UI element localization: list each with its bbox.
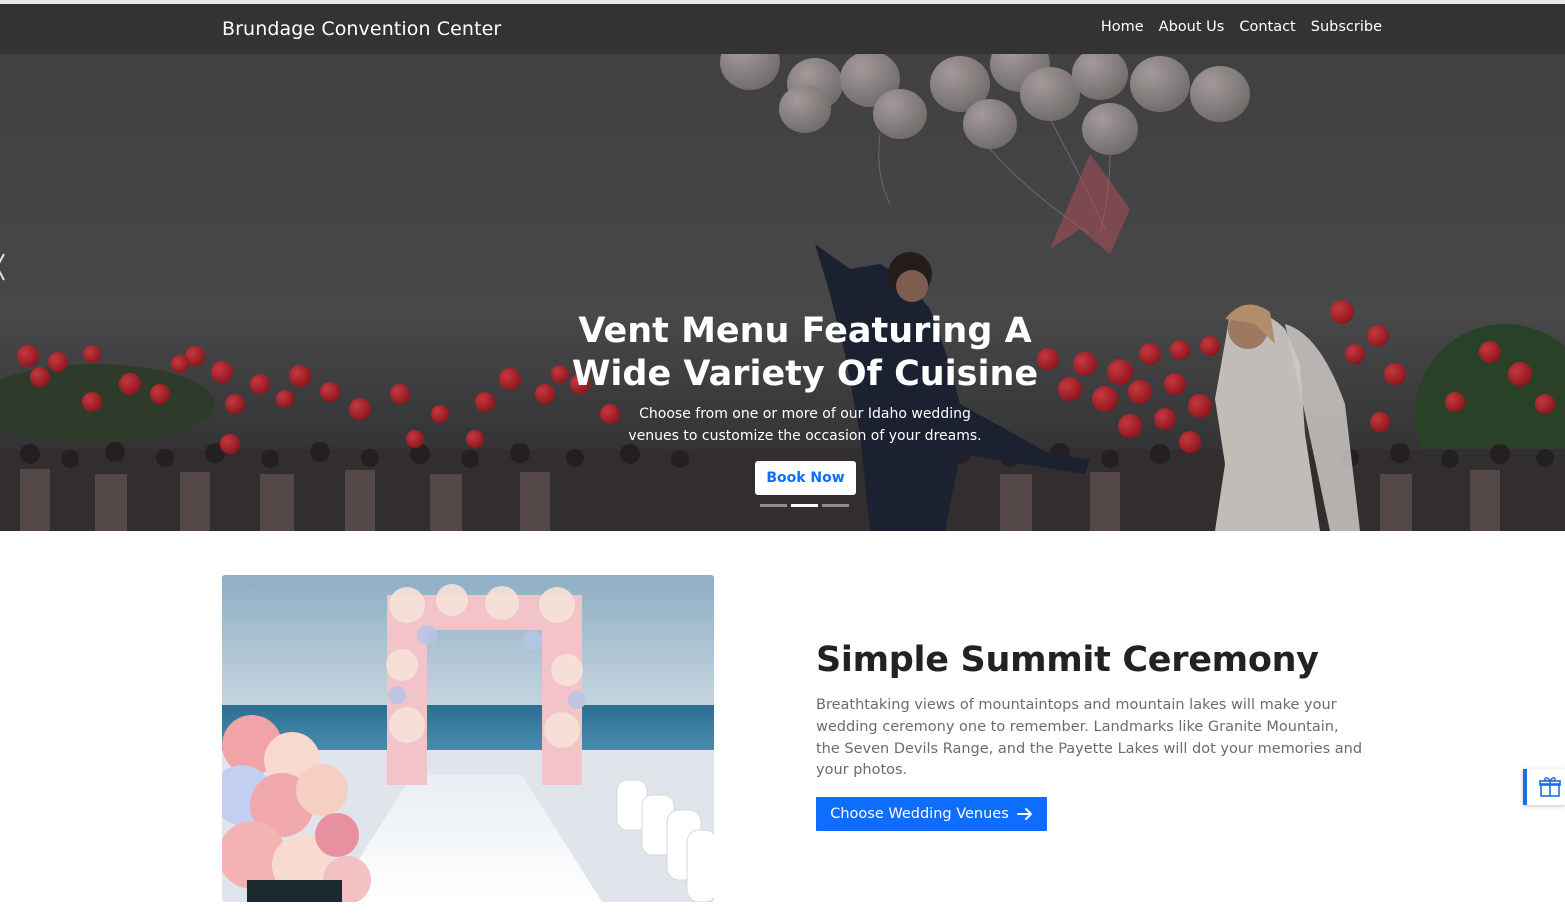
nav-link-home[interactable]: Home (1101, 19, 1144, 35)
book-now-button[interactable]: Book Now (755, 461, 856, 495)
arrow-right-icon (1016, 808, 1032, 820)
choose-wedding-venues-button[interactable]: Choose Wedding Venues (816, 797, 1047, 831)
hero-subtitle-line-2: venues to customize the occasion of your… (628, 428, 982, 444)
hero-background-image (0, 54, 1565, 531)
nav-link-about-us[interactable]: About Us (1159, 19, 1225, 35)
hero-title-line-2: Wide Variety Of Cuisine (571, 354, 1039, 394)
hero-title-line-1: Vent Menu Featuring A (578, 311, 1032, 351)
hero-subtitle: Choose from one or more of our Idaho wed… (0, 403, 1565, 447)
wedding-ceremony-image (222, 575, 714, 902)
carousel-indicator-3[interactable] (822, 504, 849, 507)
carousel-indicators (760, 504, 849, 507)
feature-title: Simple Summit Ceremony (816, 640, 1319, 680)
carousel-indicator-1[interactable] (760, 504, 787, 507)
carousel-indicator-2[interactable] (791, 504, 818, 507)
nav-link-contact[interactable]: Contact (1239, 19, 1295, 35)
brand-logo-text[interactable]: Brundage Convention Center (222, 18, 501, 40)
hero-subtitle-line-1: Choose from one or more of our Idaho wed… (639, 406, 971, 422)
main-nav: Home About Us Contact Subscribe (1101, 19, 1382, 35)
gift-widget[interactable] (1523, 769, 1565, 805)
navbar: Brundage Convention Center Home About Us… (0, 4, 1565, 54)
gift-icon (1539, 777, 1561, 797)
chevron-left-icon[interactable] (0, 252, 8, 282)
nav-link-subscribe[interactable]: Subscribe (1311, 19, 1382, 35)
feature-description: Breathtaking views of mountaintops and m… (816, 697, 1363, 779)
hero-title: Vent Menu Featuring A Wide Variety Of Cu… (0, 310, 1565, 396)
choose-wedding-venues-label: Choose Wedding Venues (830, 806, 1009, 822)
hero-carousel: Vent Menu Featuring A Wide Variety Of Cu… (0, 54, 1565, 531)
